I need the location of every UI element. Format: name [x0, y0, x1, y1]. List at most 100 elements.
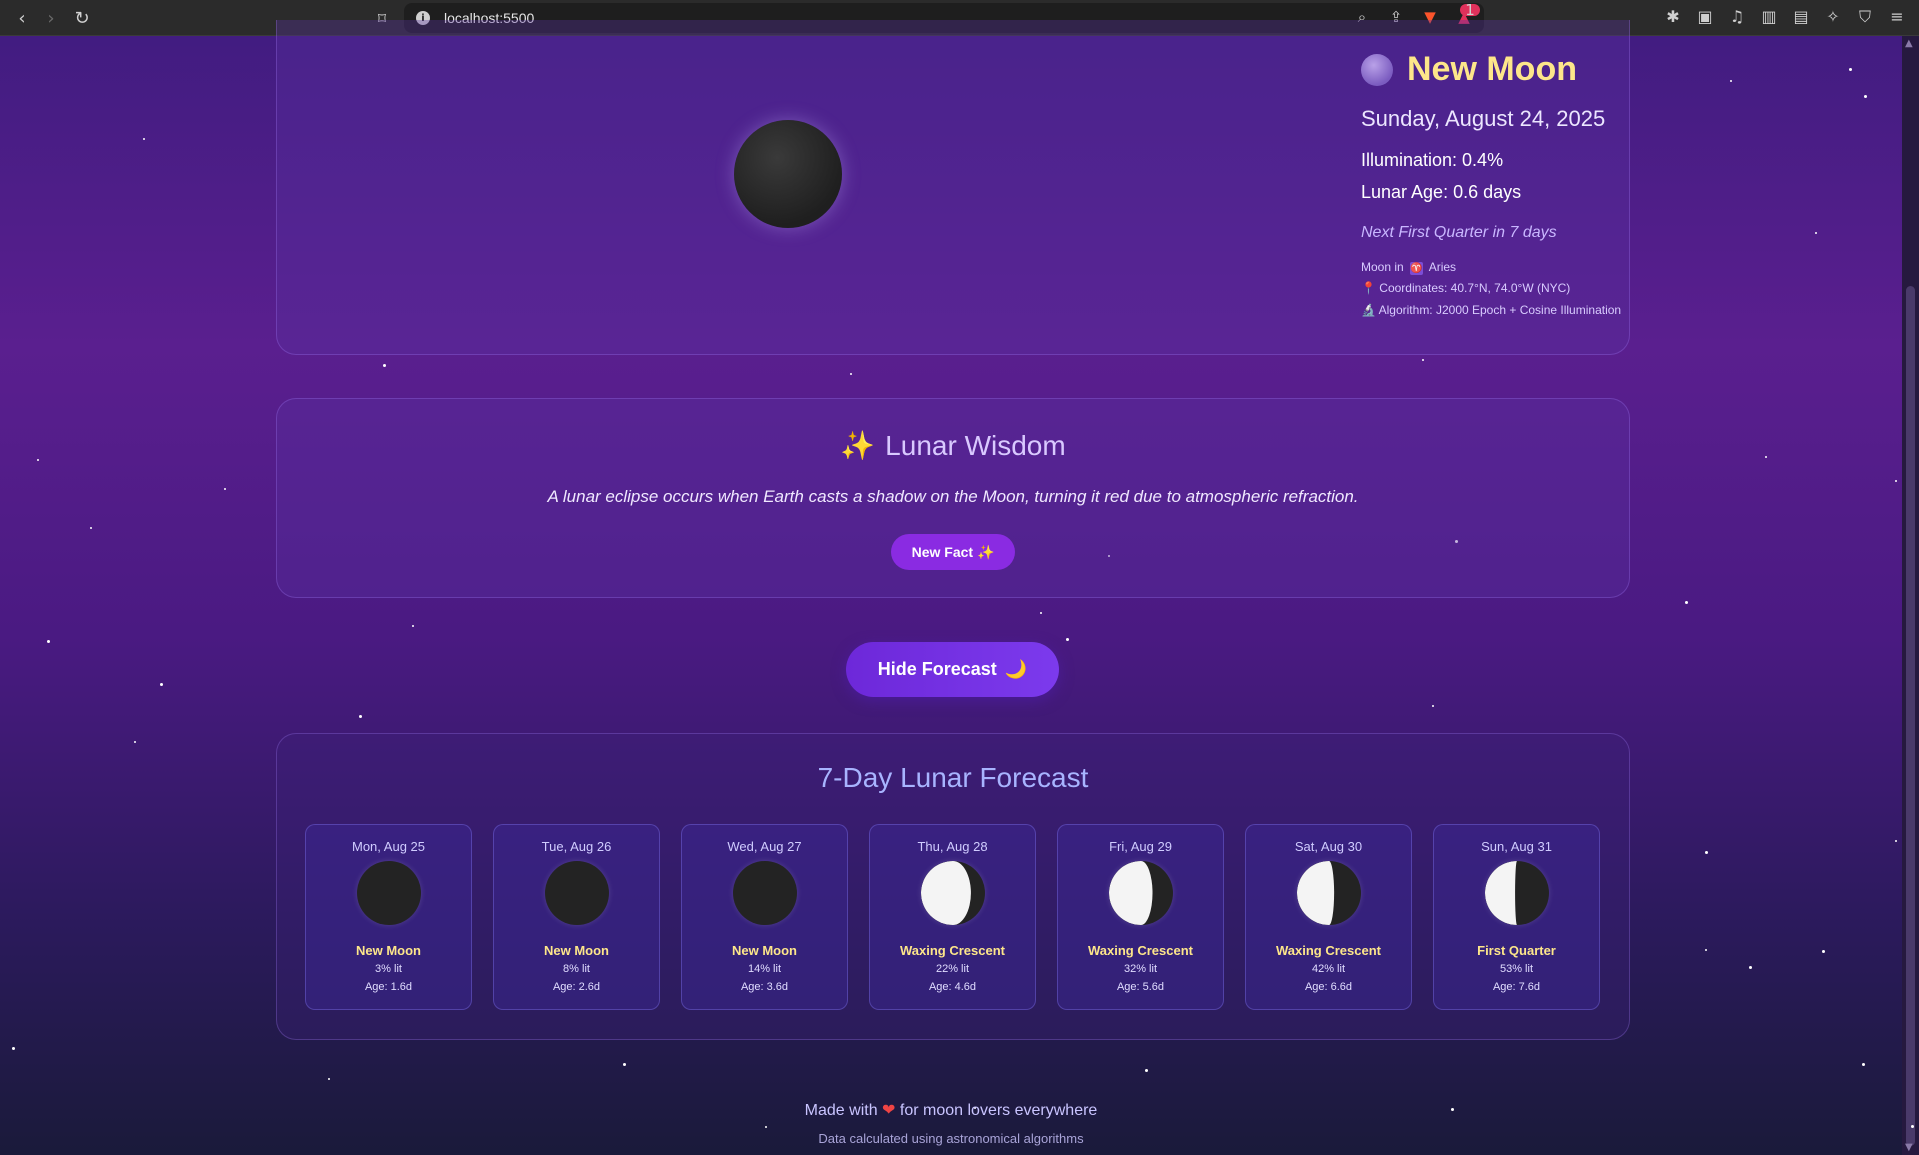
media-icon[interactable]: ♫: [1727, 7, 1747, 27]
star-decoration: [224, 488, 226, 490]
forecast-day-card: Thu, Aug 28 Waxing Crescent 22% lit Age: 4.…: [869, 824, 1036, 1010]
forecast-age: Age: 5.6d: [1116, 981, 1165, 993]
star-decoration: [47, 640, 50, 643]
moon-lit-area: [921, 861, 971, 925]
forecast-age: Age: 7.6d: [1492, 981, 1541, 993]
star-decoration: [765, 1126, 767, 1128]
next-phase-countdown: Next First Quarter in 7 days: [1361, 224, 1557, 241]
star-decoration: [1911, 1125, 1914, 1128]
phase-heading: New Moon: [1361, 50, 1577, 89]
forecast-card: 7-Day Lunar Forecast Mon, Aug 25 New Moon…: [276, 733, 1630, 1040]
footer-note: Data calculated using astronomical algor…: [818, 1131, 1084, 1146]
forecast-age: Age: 4.6d: [928, 981, 977, 993]
forecast-moon-icon: [357, 861, 421, 925]
reload-icon[interactable]: ↻: [68, 4, 96, 32]
leo-ai-icon[interactable]: ✧: [1823, 7, 1843, 27]
lunar-age-value: Lunar Age: 0.6 days: [1361, 182, 1522, 202]
moon-in-label: Moon in: [1361, 260, 1404, 274]
crescent-moon-icon: 🌙: [1004, 659, 1028, 679]
forecast-moon-icon: [1485, 861, 1549, 925]
footer-tagline: Made with ❤ for moon lovers everywhere: [0, 1100, 1902, 1120]
wisdom-title: Lunar Wisdom: [885, 430, 1066, 461]
forecast-phase-name: Waxing Crescent: [900, 943, 1005, 958]
menu-icon[interactable]: ≡: [1887, 7, 1907, 27]
star-decoration: [1895, 840, 1897, 842]
forecast-day-label: Tue, Aug 26: [541, 839, 612, 854]
back-icon[interactable]: ‹: [8, 4, 36, 32]
forecast-day-card: Sat, Aug 30 Waxing Crescent 42% lit Age: 6.…: [1245, 824, 1412, 1010]
star-decoration: [623, 1063, 626, 1066]
scroll-up-icon[interactable]: ▲: [1905, 38, 1913, 49]
vpn-icon[interactable]: ⛉: [1855, 7, 1875, 27]
forecast-phase-name: New Moon: [356, 943, 421, 958]
forecast-moon-icon: [1297, 861, 1361, 925]
forecast-age: Age: 6.6d: [1304, 981, 1353, 993]
forecast-lit: 42% lit: [1311, 963, 1346, 975]
forecast-lit: 32% lit: [1123, 963, 1158, 975]
hide-forecast-button[interactable]: Hide Forecast 🌙: [846, 642, 1059, 697]
tab-search-icon[interactable]: ▣: [1695, 7, 1715, 27]
moon-lit-area: [1297, 861, 1335, 925]
illumination-value: Illumination: 0.4%: [1361, 150, 1504, 170]
current-moon-card: New Moon Sunday, August 24, 2025 Illumin…: [276, 20, 1630, 355]
scroll-down-icon[interactable]: ▼: [1905, 1142, 1913, 1153]
algorithm-line: 🔬 Algorithm: J2000 Epoch + Cosine Illumi…: [1361, 303, 1621, 317]
current-moon-visual: [734, 120, 842, 228]
star-decoration: [1749, 966, 1752, 969]
forecast-day-label: Wed, Aug 27: [727, 839, 802, 854]
forecast-lit: 3% lit: [375, 963, 402, 975]
forecast-moon-icon: [545, 861, 609, 925]
star-decoration: [1730, 80, 1732, 82]
lunar-wisdom-card: ✨ Lunar Wisdom A lunar eclipse occurs whe…: [276, 398, 1630, 598]
forecast-lit: 53% lit: [1499, 963, 1534, 975]
phase-name: New Moon: [1407, 50, 1577, 88]
star-decoration: [143, 138, 145, 140]
star-decoration: [359, 715, 362, 718]
star-decoration: [328, 1078, 330, 1080]
forecast-phase-name: Waxing Crescent: [1088, 943, 1193, 958]
forecast-phase-name: First Quarter: [1477, 943, 1556, 958]
forecast-phase-name: New Moon: [732, 943, 797, 958]
wisdom-heading: ✨ Lunar Wisdom: [277, 429, 1629, 462]
current-date: Sunday, August 24, 2025: [1361, 106, 1606, 131]
forecast-age: Age: 1.6d: [364, 981, 413, 993]
coordinates-line: 📍 Coordinates: 40.7°N, 74.0°W (NYC): [1361, 281, 1570, 295]
star-decoration: [160, 683, 163, 686]
forecast-day-label: Sat, Aug 30: [1294, 839, 1363, 854]
coordinates-text: Coordinates: 40.7°N, 74.0°W (NYC): [1379, 281, 1571, 295]
hide-forecast-label: Hide Forecast: [877, 659, 997, 679]
star-decoration: [1895, 480, 1897, 482]
star-decoration: [12, 1047, 15, 1050]
star-decoration: [412, 625, 414, 627]
star-decoration: [383, 364, 386, 367]
scroll-thumb[interactable]: [1906, 286, 1915, 1146]
alert-badge: 1: [1460, 3, 1480, 18]
algorithm-text: Algorithm: J2000 Epoch + Cosine Illumina…: [1378, 303, 1622, 317]
extensions-icon[interactable]: ✱: [1663, 7, 1683, 27]
forecast-moon-icon: [921, 861, 985, 925]
microscope-icon: 🔬: [1361, 303, 1376, 317]
forecast-phase-name: Waxing Crescent: [1276, 943, 1381, 958]
star-decoration: [1422, 359, 1424, 361]
forecast-lit: 14% lit: [747, 963, 782, 975]
star-decoration: [1040, 612, 1042, 614]
aries-icon: ♈: [1410, 262, 1424, 275]
sparkles-icon: ✨: [840, 430, 876, 461]
star-decoration: [1685, 601, 1688, 604]
forecast-lit: 22% lit: [935, 963, 970, 975]
forecast-age: Age: 3.6d: [740, 981, 789, 993]
forecast-day-card: Fri, Aug 29 Waxing Crescent 32% lit Age: 5.…: [1057, 824, 1224, 1010]
new-fact-button[interactable]: New Fact ✨: [891, 534, 1015, 570]
sidebar-icon[interactable]: ▥: [1759, 7, 1779, 27]
forecast-phase-name: New Moon: [544, 943, 609, 958]
forecast-day-label: Sun, Aug 31: [1481, 839, 1552, 854]
star-decoration: [90, 527, 92, 529]
forward-icon[interactable]: ›: [37, 4, 65, 32]
star-decoration: [1864, 95, 1867, 98]
forecast-age: Age: 2.6d: [552, 981, 601, 993]
star-decoration: [1432, 705, 1434, 707]
star-decoration: [37, 459, 39, 461]
wallet-icon[interactable]: ▤: [1791, 7, 1811, 27]
star-decoration: [1849, 68, 1852, 71]
page-scrollbar[interactable]: ▲ ▼: [1902, 36, 1919, 1155]
